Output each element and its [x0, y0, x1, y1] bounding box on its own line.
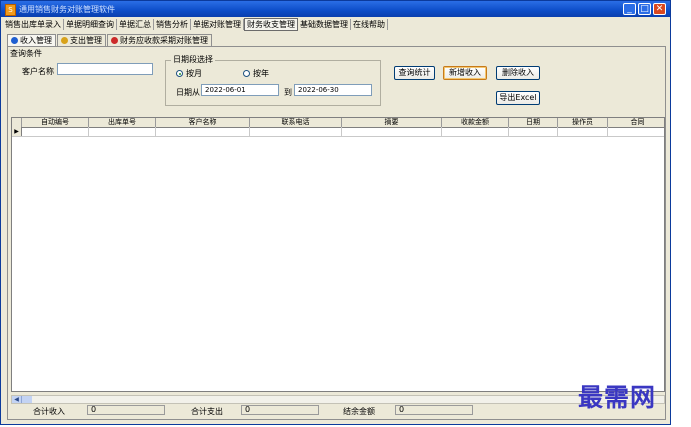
app-logo-icon: S	[5, 4, 16, 16]
menu-item-4[interactable]: 单据对账管理	[191, 18, 244, 30]
column-header[interactable]: 出库单号	[89, 118, 156, 127]
column-header[interactable]: 日期	[509, 118, 558, 127]
menu-item-0[interactable]: 销售出库单录入	[3, 18, 64, 30]
menu-bar: 销售出库单录入 单据明细查询 单据汇总 销售分析 单据对账管理 财务收支管理 基础数据管理在…	[3, 17, 670, 31]
horizontal-scrollbar[interactable]: ◀	[11, 395, 665, 404]
income-data-grid[interactable]: 自动编号 出库单号 客户名称 联系电话 摘要 收款金额 日期 操作员 合同 ▶	[11, 117, 665, 392]
balance-label: 结余金额	[343, 407, 375, 416]
date-from-input[interactable]: 2022-06-01	[201, 84, 279, 96]
radio-by-year[interactable]: 按年	[243, 68, 269, 79]
date-to-input[interactable]: 2022-06-30	[294, 84, 372, 96]
delete-income-button[interactable]: 删除收入	[496, 66, 540, 80]
query-stats-button[interactable]: 查询统计	[394, 66, 435, 80]
scroll-thumb[interactable]	[22, 396, 32, 403]
menu-item-5[interactable]: 财务收支管理	[244, 17, 298, 31]
title-bar: S 通用销售财务对账管理软件 _ □ ✕	[1, 1, 670, 17]
column-header[interactable]: 操作员	[558, 118, 608, 127]
app-window: S 通用销售财务对账管理软件 _ □ ✕ 销售出库单录入 单据明细查询 单据汇总 销售…	[0, 0, 671, 425]
window-title: 通用销售财务对账管理软件	[19, 5, 115, 14]
menu-item-7[interactable]: 在线帮助	[351, 18, 388, 30]
table-cell[interactable]	[89, 127, 156, 136]
table-cell[interactable]	[442, 127, 509, 136]
customer-name-input[interactable]	[57, 63, 153, 75]
table-cell[interactable]	[342, 127, 442, 136]
customer-name-label: 客户名称	[22, 67, 54, 76]
table-row[interactable]: ▶	[12, 127, 664, 137]
subtab-0[interactable]: 收入管理	[7, 34, 56, 46]
column-header[interactable]: 收款金额	[442, 118, 509, 127]
subtab-label: 支出管理	[70, 36, 102, 45]
menu-item-3[interactable]: 销售分析	[154, 18, 191, 30]
close-button[interactable]: ✕	[653, 3, 666, 15]
balance-value: 0	[395, 405, 473, 415]
table-cell[interactable]	[250, 127, 342, 136]
date-range-group	[165, 60, 381, 106]
date-to-label: 到	[284, 88, 292, 97]
total-income-value: 0	[87, 405, 165, 415]
income-icon	[11, 37, 18, 44]
menu-item-2[interactable]: 单据汇总	[117, 18, 154, 30]
table-cell[interactable]	[22, 127, 89, 136]
subtab-1[interactable]: 支出管理	[57, 34, 106, 46]
subtab-label: 财务应收款采期对账管理	[120, 36, 208, 45]
table-cell[interactable]	[156, 127, 250, 136]
date-range-group-label: 日期段选择	[171, 54, 215, 65]
column-header[interactable]: 客户名称	[156, 118, 250, 127]
query-conditions-label: 查询条件	[10, 49, 42, 58]
table-cell[interactable]	[608, 127, 664, 136]
radio-selected-icon	[176, 70, 183, 77]
table-cell[interactable]	[558, 127, 608, 136]
menu-item-1[interactable]: 单据明细查询	[64, 18, 117, 30]
column-header[interactable]: 摘要	[342, 118, 442, 127]
radio-by-year-label: 按年	[253, 69, 269, 78]
column-header[interactable]: 合同	[608, 118, 664, 127]
export-excel-button[interactable]: 导出Excel	[496, 91, 540, 105]
row-header-corner	[12, 118, 22, 127]
column-header[interactable]: 自动编号	[22, 118, 89, 127]
subtab-label: 收入管理	[20, 36, 52, 45]
totals-footer: 合计收入 0 合计支出 0 结余金额 0	[11, 405, 665, 416]
current-row-indicator-icon: ▶	[12, 127, 22, 136]
column-header[interactable]: 联系电话	[250, 118, 342, 127]
minimize-button[interactable]: _	[623, 3, 636, 15]
total-income-label: 合计收入	[33, 407, 65, 416]
radio-by-month[interactable]: 按月	[176, 68, 202, 79]
radio-by-month-label: 按月	[186, 69, 202, 78]
total-expense-label: 合计支出	[191, 407, 223, 416]
add-income-button[interactable]: 新增收入	[443, 66, 487, 80]
radio-unselected-icon	[243, 70, 250, 77]
receivable-icon	[111, 37, 118, 44]
date-from-label: 日期从	[176, 88, 200, 97]
menu-item-6[interactable]: 基础数据管理	[298, 18, 351, 30]
sub-tab-strip: 收入管理 支出管理 财务应收款采期对账管理	[7, 34, 213, 46]
expense-icon	[61, 37, 68, 44]
table-cell[interactable]	[509, 127, 558, 136]
maximize-button[interactable]: □	[638, 3, 651, 15]
subtab-2[interactable]: 财务应收款采期对账管理	[107, 34, 212, 46]
scroll-left-icon[interactable]: ◀	[12, 396, 22, 403]
total-expense-value: 0	[241, 405, 319, 415]
site-watermark: 最需网	[578, 383, 657, 412]
